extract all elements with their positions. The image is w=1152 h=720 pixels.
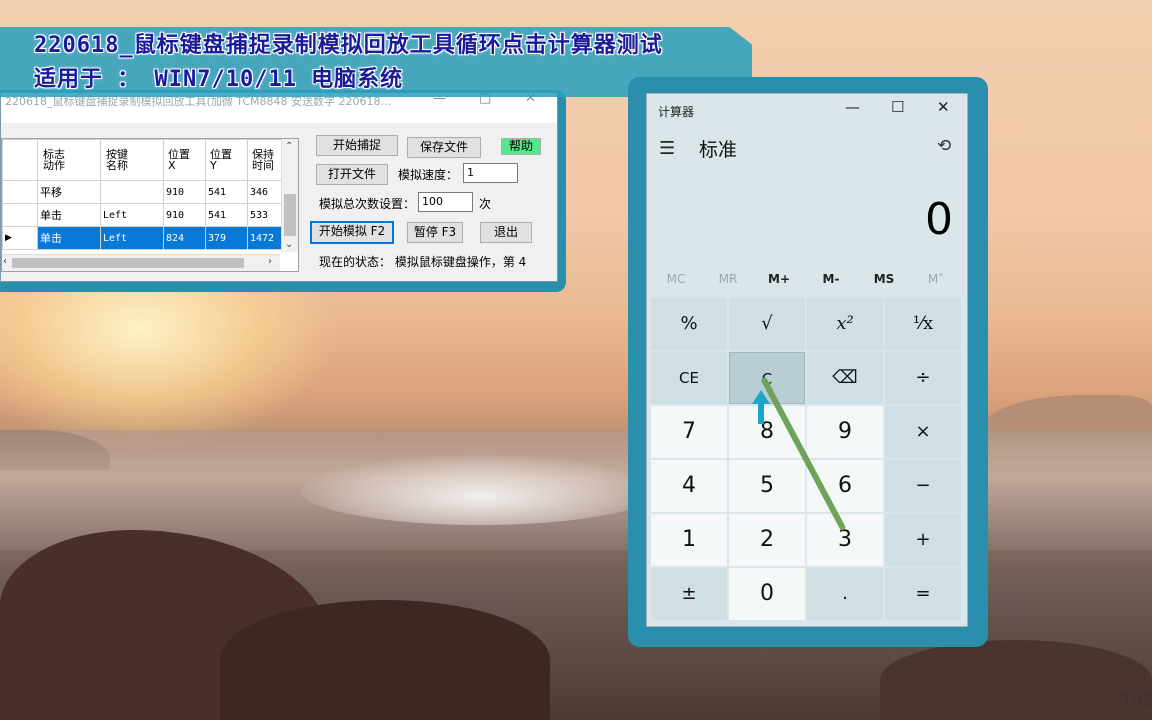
divide-button[interactable]: ÷ — [885, 352, 961, 404]
scroll-thumb[interactable] — [12, 258, 244, 268]
scroll-up-icon[interactable]: ⌃ — [285, 141, 293, 152]
history-icon[interactable]: ⟲ — [937, 136, 951, 156]
sqrt-button[interactable]: √ — [729, 298, 805, 350]
cell-x: 824 — [163, 226, 206, 250]
calculator-window: 计算器 — ☐ ✕ ☰ 标准 ⟲ 0 MC MR M+ M- MS M˅ % √… — [646, 93, 968, 627]
speed-label: 模拟速度： — [398, 168, 459, 182]
digit-3-button[interactable]: 3 — [807, 514, 883, 566]
scroll-thumb[interactable] — [284, 194, 296, 236]
multiply-button[interactable]: × — [885, 406, 961, 458]
status-text: 现在的状态： 模拟鼠标键盘操作，第 4 — [319, 255, 527, 269]
table-row[interactable]: 平移 910 541 346 — [2, 180, 295, 204]
cell-action: 平移 — [37, 180, 101, 204]
recorder-window: 220618_鼠标键盘捕捉录制模拟回放工具(加微 TCM8848 安送数字 22… — [0, 91, 558, 282]
start-capture-button[interactable]: 开始捕捉 — [316, 135, 398, 156]
cell-key — [100, 180, 164, 204]
recorder-body: 标志 动作 按键 名称 位置 X 位置 Y 保持 时间 平移 910 541 3… — [1, 123, 557, 281]
calculator-app-title: 计算器 — [658, 105, 695, 119]
close-icon[interactable]: ✕ — [937, 98, 950, 116]
column-header-key[interactable]: 按键 名称 — [100, 139, 164, 181]
pause-button[interactable]: 暂停 F3 — [407, 222, 463, 243]
digit-1-button[interactable]: 1 — [651, 514, 727, 566]
cell-x: 910 — [163, 180, 206, 204]
column-header — [2, 139, 38, 181]
cell-y: 541 — [205, 203, 248, 227]
cell-key: Left — [100, 226, 164, 250]
minimize-icon[interactable]: — — [845, 98, 860, 116]
row-indicator — [2, 180, 38, 204]
digit-5-button[interactable]: 5 — [729, 460, 805, 512]
digit-7-button[interactable]: 7 — [651, 406, 727, 458]
calculator-mode-title: 标准 — [699, 139, 738, 161]
scroll-down-icon[interactable]: ⌄ — [285, 239, 293, 250]
speed-input[interactable]: 1 — [463, 163, 518, 183]
background-rock — [220, 600, 550, 720]
total-count-input[interactable]: 100 — [418, 192, 473, 212]
digit-0-button[interactable]: 0 — [729, 568, 805, 620]
column-header-x[interactable]: 位置 X — [163, 139, 206, 181]
memory-row: MC MR M+ M- MS M˅ — [647, 272, 967, 296]
decimal-button[interactable]: . — [807, 568, 883, 620]
calculator-titlebar: 计算器 — ☐ ✕ — [647, 94, 967, 126]
mouse-cursor-arrow-icon — [752, 390, 770, 424]
cell-y: 379 — [205, 226, 248, 250]
row-indicator — [2, 203, 38, 227]
maximize-icon[interactable]: ☐ — [891, 98, 904, 116]
memory-store-button[interactable]: MS — [858, 272, 910, 286]
save-file-button[interactable]: 保存文件 — [407, 137, 481, 158]
digit-2-button[interactable]: 2 — [729, 514, 805, 566]
memory-recall-button[interactable]: MR — [702, 272, 754, 286]
percent-button[interactable]: % — [651, 298, 727, 350]
digit-4-button[interactable]: 4 — [651, 460, 727, 512]
table-row-selected[interactable]: ▶ 单击 Left 824 379 1472 — [2, 226, 295, 250]
add-button[interactable]: + — [885, 514, 961, 566]
column-header-y[interactable]: 位置 Y — [205, 139, 248, 181]
horizontal-scrollbar[interactable]: ‹ › — [2, 254, 280, 271]
cell-action: 单击 — [37, 203, 101, 227]
banner-subtitle: 适用于 ： WIN7/10/11 电脑系统 — [34, 67, 404, 92]
help-button[interactable]: 帮助 — [501, 138, 541, 155]
memory-add-button[interactable]: M+ — [753, 272, 805, 286]
open-file-button[interactable]: 打开文件 — [316, 164, 388, 185]
clear-entry-button[interactable]: CE — [651, 352, 727, 404]
event-table: 标志 动作 按键 名称 位置 X 位置 Y 保持 时间 平移 910 541 3… — [2, 139, 295, 250]
scroll-right-icon[interactable]: › — [268, 256, 272, 267]
table-header-row: 标志 动作 按键 名称 位置 X 位置 Y 保持 时间 — [2, 139, 295, 181]
column-header-action[interactable]: 标志 动作 — [37, 139, 101, 181]
banner-title: 220618_鼠标键盘捕捉录制模拟回放工具循环点击计算器测试 — [34, 33, 663, 58]
memory-list-button[interactable]: M˅ — [910, 272, 962, 286]
square-button[interactable]: x² — [807, 298, 883, 350]
calculator-display: 0 — [925, 194, 953, 245]
equals-button[interactable]: = — [885, 568, 961, 620]
background-wave — [300, 455, 660, 525]
scroll-left-icon[interactable]: ‹ — [3, 256, 7, 267]
cell-y: 541 — [205, 180, 248, 204]
backspace-icon[interactable]: ⌫ — [807, 352, 883, 404]
exit-button[interactable]: 退出 — [480, 222, 532, 243]
total-count-unit: 次 — [479, 197, 492, 211]
subtract-button[interactable]: − — [885, 460, 961, 512]
cell-key: Left — [100, 203, 164, 227]
row-pointer-icon: ▶ — [2, 226, 38, 250]
memory-clear-button[interactable]: MC — [650, 272, 702, 286]
reciprocal-button[interactable]: ¹⁄x — [885, 298, 961, 350]
menu-hamburger-icon[interactable]: ☰ — [659, 138, 675, 159]
total-count-label: 模拟总次数设置： — [319, 197, 416, 211]
cell-x: 910 — [163, 203, 206, 227]
digit-9-button[interactable]: 9 — [807, 406, 883, 458]
start-simulation-button[interactable]: 开始模拟 F2 — [310, 221, 394, 244]
page-number: 152 — [1121, 690, 1152, 709]
vertical-scrollbar[interactable]: ⌃ ⌄ — [281, 139, 298, 252]
event-grid[interactable]: 标志 动作 按键 名称 位置 X 位置 Y 保持 时间 平移 910 541 3… — [1, 138, 299, 272]
table-row[interactable]: 单击 Left 910 541 533 — [2, 203, 295, 227]
negate-button[interactable]: ± — [651, 568, 727, 620]
background-rock — [880, 640, 1152, 720]
cell-action: 单击 — [37, 226, 101, 250]
memory-subtract-button[interactable]: M- — [805, 272, 857, 286]
